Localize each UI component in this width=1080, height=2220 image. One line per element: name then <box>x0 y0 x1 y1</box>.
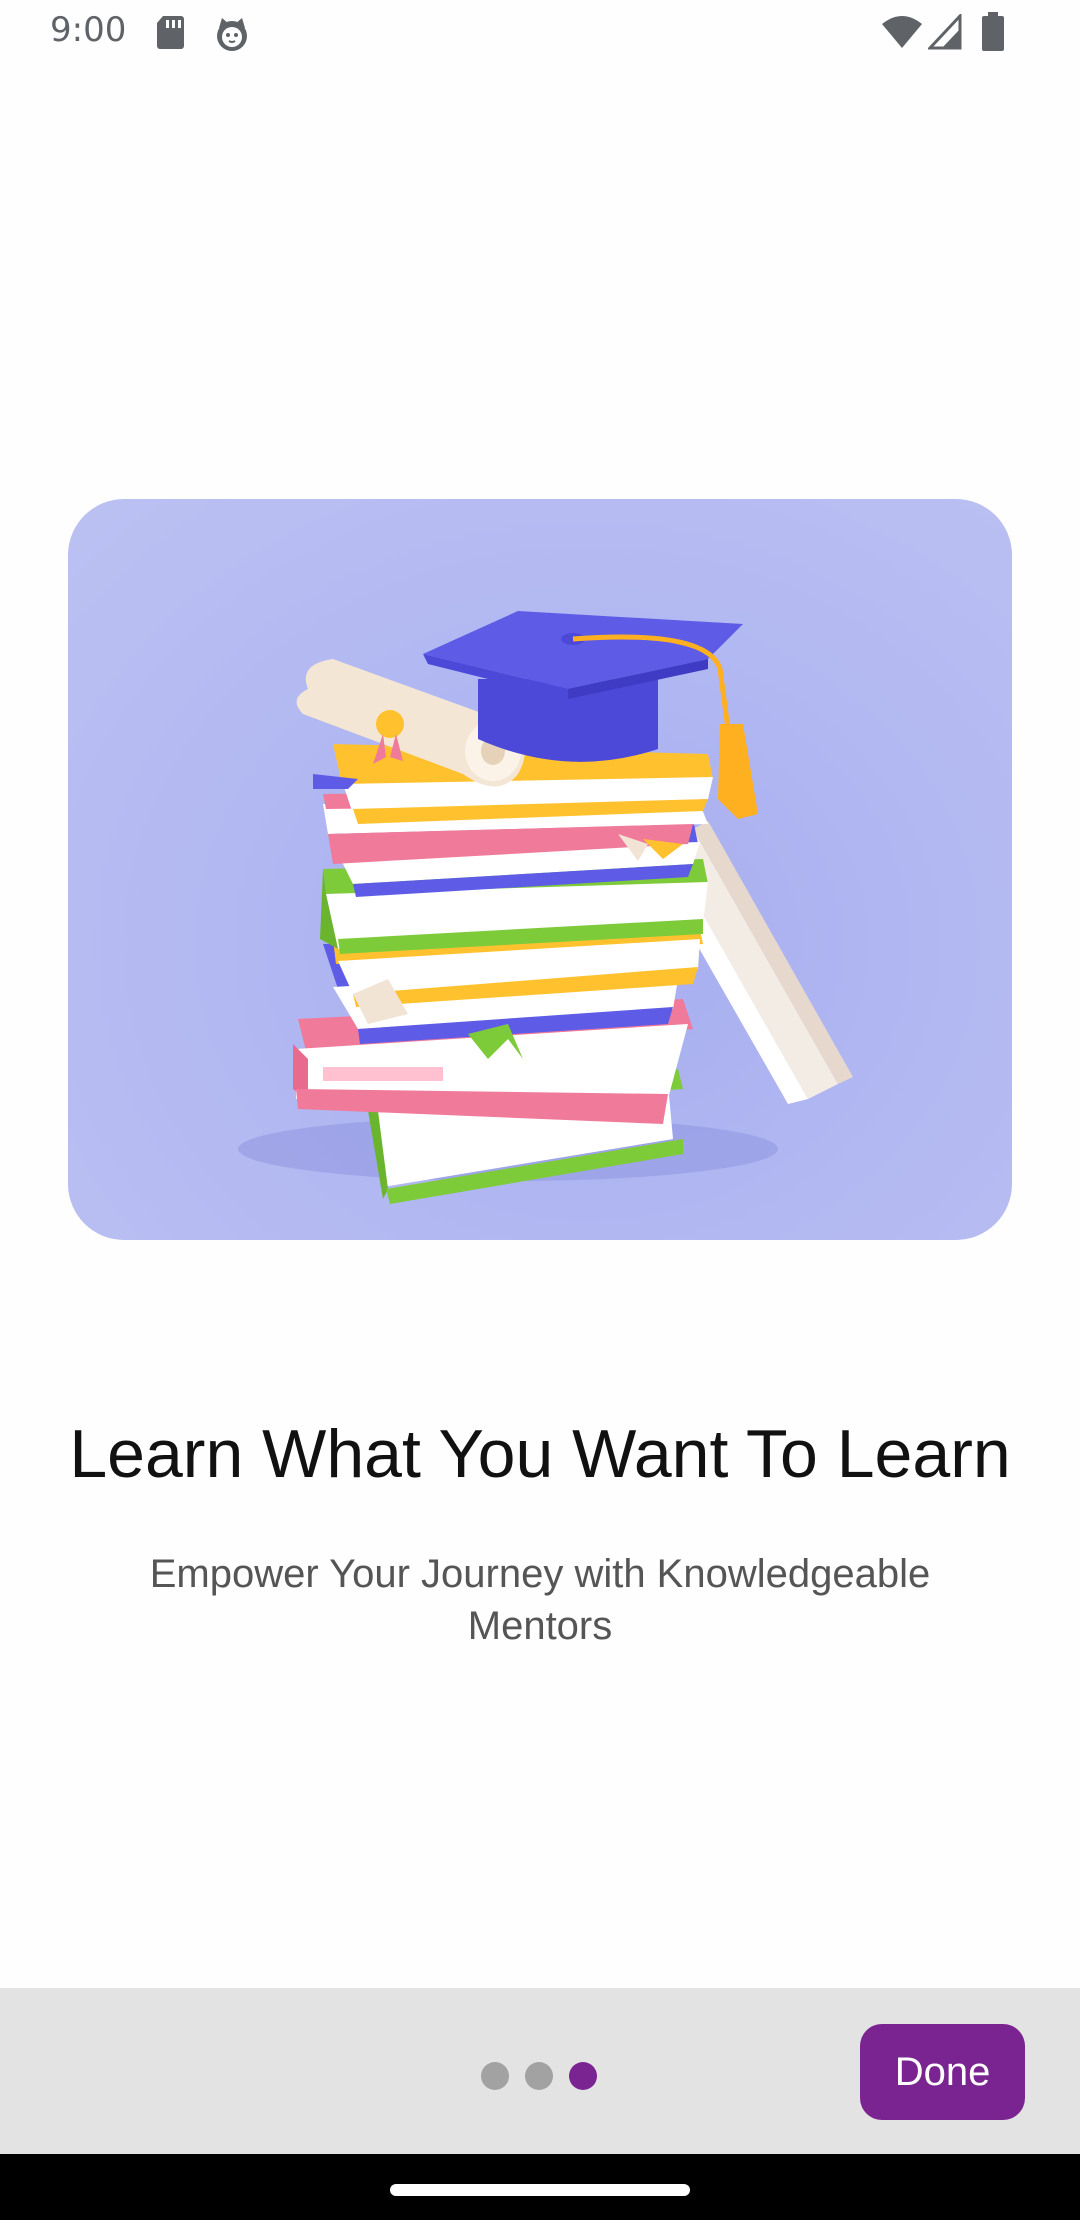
page-dot-1[interactable] <box>481 2062 509 2090</box>
onboarding-bottom-bar: Done <box>0 1988 1080 2154</box>
hero-illustration <box>68 499 1012 1240</box>
home-gesture-handle[interactable] <box>390 2184 690 2196</box>
onboarding-subtitle: Empower Your Journey with Knowledgeable … <box>149 1552 931 1648</box>
status-bar: 9:00 <box>0 0 1080 66</box>
system-nav-bar <box>0 2154 1080 2220</box>
cat-face-icon <box>217 18 247 51</box>
battery-icon <box>982 12 1004 51</box>
cell-signal-icon <box>928 14 962 50</box>
wifi-icon <box>882 16 922 48</box>
done-button[interactable]: Done <box>860 2024 1025 2120</box>
sd-card-icon <box>157 16 184 49</box>
page-dot-3-active[interactable] <box>569 2062 597 2090</box>
page-dot-2[interactable] <box>525 2062 553 2090</box>
onboarding-title: Learn What You Want To Learn <box>69 1416 1011 1492</box>
status-time: 9:00 <box>50 10 127 50</box>
